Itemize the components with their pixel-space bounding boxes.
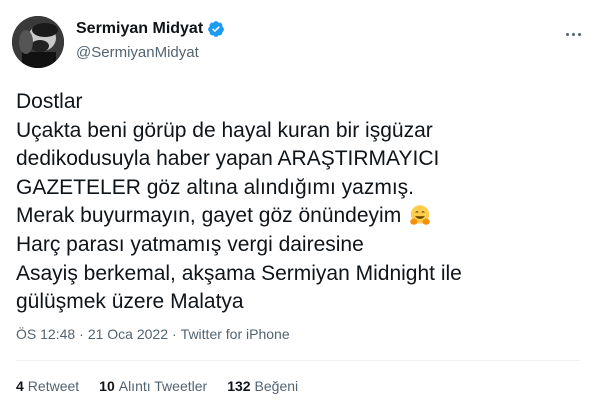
tweet-line: dedikodusuyla haber yapan ARAŞTIRMAYICI: [16, 147, 440, 171]
tweet-source[interactable]: Twitter for iPhone: [181, 326, 290, 342]
tweet-text: Dostlar Uçakta beni görüp de hayal kuran…: [16, 88, 580, 317]
likes-label: Beğeni: [254, 378, 299, 394]
likes-stat[interactable]: 132 Beğeni: [227, 378, 298, 394]
retweets-label: Retweet: [27, 378, 80, 394]
tweet-line: Harç parası yatmamış vergi dairesine: [16, 232, 364, 256]
handle[interactable]: @SermiyanMidyat: [76, 44, 199, 61]
more-horizontal-icon[interactable]: [560, 24, 586, 44]
quotes-stat[interactable]: 10 Alıntı Tweetler: [99, 378, 207, 394]
verified-badge-icon: [208, 21, 225, 37]
avatar[interactable]: [12, 16, 64, 68]
retweets-count: 4: [16, 378, 24, 394]
tweet-line: Dostlar: [16, 90, 83, 113]
tweet-time[interactable]: ÖS 12:48: [16, 326, 75, 342]
quotes-count: 10: [99, 378, 115, 394]
tweet-line: GAZETELER göz altına alındığımı yazmış.: [16, 175, 414, 199]
likes-count: 132: [227, 378, 251, 394]
divider: [16, 360, 580, 361]
tweet-meta: ÖS 12:48 · 21 Oca 2022 · Twitter for iPh…: [16, 326, 290, 342]
meta-separator: ·: [172, 326, 177, 342]
display-name[interactable]: Sermiyan Midyat: [76, 20, 203, 38]
tweet-date[interactable]: 21 Oca 2022: [88, 326, 168, 342]
meta-separator: ·: [79, 326, 84, 342]
retweets-stat[interactable]: 4 Retweet: [16, 378, 79, 394]
quotes-label: Alıntı Tweetler: [118, 378, 208, 394]
avatar-photo: [12, 16, 64, 68]
tweet-stats: 4 Retweet 10 Alıntı Tweetler 132 Beğeni: [16, 378, 318, 394]
tweet-line: Uçakta beni görüp de hayal kuran bir işg…: [16, 118, 433, 142]
tweet-line: Merak buyurmayın, gayet göz önündeyim: [16, 204, 402, 228]
author-name-row[interactable]: Sermiyan Midyat: [76, 20, 225, 38]
tweet-line: gülüşmek üzere Malatya: [16, 290, 244, 314]
hugging-face-emoji-icon: [410, 205, 430, 226]
tweet-line-with-emoji: Merak buyurmayın, gayet göz önündeyim: [16, 202, 580, 231]
tweet-card: Sermiyan Midyat @SermiyanMidyat Dostlar …: [0, 0, 596, 410]
tweet-line: Asayiş berkemal, akşama Sermiyan Midnigh…: [16, 261, 462, 285]
